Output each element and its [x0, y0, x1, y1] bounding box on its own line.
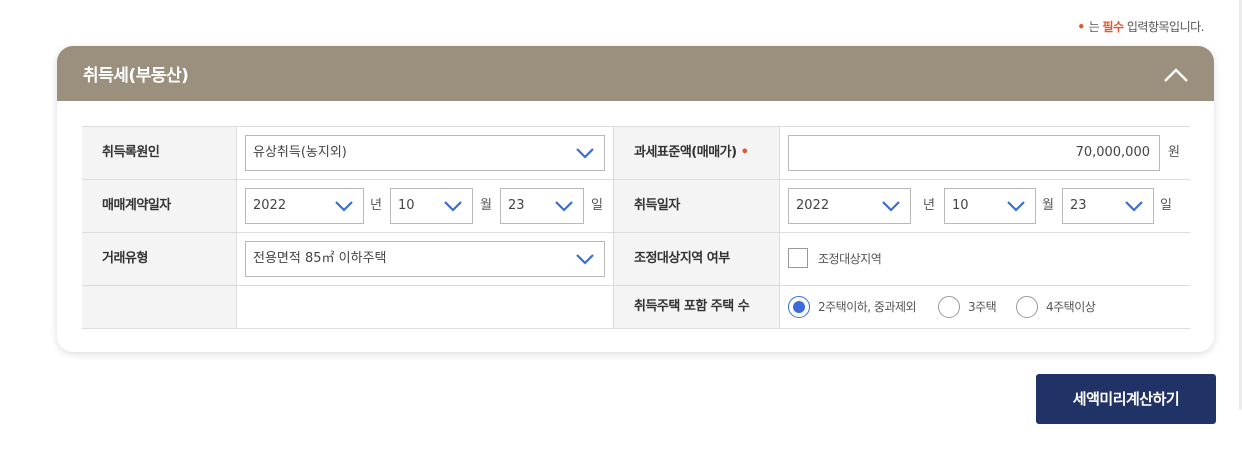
panel-title: 취득세(부동산) — [83, 66, 189, 86]
acquisition-month-value: 10 — [952, 198, 969, 213]
chevron-down-icon — [444, 201, 462, 212]
form-row-4: 취득주택 포함 주택 수 2주택이하, 중과제외 3주택 4주택이상 — [82, 286, 1190, 329]
required-note: • 는 필수 입력항목입니다. — [1077, 18, 1204, 35]
contract-month-unit: 월 — [480, 198, 492, 213]
required-dot: • — [1077, 20, 1085, 34]
acquisition-year-value: 2022 — [796, 198, 830, 213]
house-count-radio-2[interactable] — [938, 296, 960, 318]
acquisition-tax-panel: 취득세(부동산) 취득록원인 유상취득(농지외) 과세표준액(매매가) • 70,… — [57, 46, 1214, 352]
acquisition-year-unit: 년 — [923, 198, 935, 213]
house-count-radio-1[interactable] — [788, 296, 810, 318]
contract-year-value: 2022 — [253, 198, 287, 213]
transaction-type-label: 거래유형 — [82, 233, 237, 285]
acquisition-date-label: 취득일자 — [613, 180, 780, 232]
panel-header: 취득세(부동산) — [57, 46, 1214, 101]
acquisition-cause-value: 유상취득(농지외) — [253, 145, 347, 160]
tax-base-label: 과세표준액(매매가) • — [613, 127, 780, 179]
house-count-option-2[interactable]: 3주택 — [968, 286, 997, 328]
acquisition-day-value: 23 — [1070, 198, 1087, 213]
empty-label-cell — [82, 286, 237, 328]
acquisition-cause-label: 취득록원인 — [82, 127, 237, 179]
acquisition-cause-select[interactable]: 유상취득(농지외) — [245, 135, 605, 171]
acquisition-month-select[interactable]: 10 — [944, 188, 1036, 224]
form-grid: 취득록원인 유상취득(농지외) 과세표준액(매매가) • 70,000,000 원… — [82, 126, 1190, 329]
form-row-3: 거래유형 전용면적 85㎡ 이하주택 조정대상지역 여부 조정대상지역 — [82, 233, 1190, 286]
acquisition-day-select[interactable]: 23 — [1062, 188, 1154, 224]
tax-base-unit: 원 — [1168, 145, 1180, 160]
transaction-type-value: 전용면적 85㎡ 이하주택 — [253, 251, 387, 266]
contract-day-unit: 일 — [591, 198, 603, 213]
required-note-emphasis: 필수 — [1102, 20, 1124, 34]
calculate-tax-button[interactable]: 세액미리계산하기 — [1036, 374, 1216, 424]
chevron-up-icon — [1164, 68, 1188, 82]
acquisition-month-unit: 월 — [1042, 198, 1054, 213]
contract-date-label: 매매계약일자 — [82, 180, 237, 232]
transaction-type-select[interactable]: 전용면적 85㎡ 이하주택 — [245, 241, 605, 277]
required-note-suffix: 입력항목입니다. — [1126, 20, 1205, 34]
chevron-down-icon — [576, 254, 594, 265]
required-note-prefix: 는 — [1088, 20, 1100, 34]
contract-month-value: 10 — [398, 198, 415, 213]
chevron-down-icon — [576, 148, 594, 159]
contract-year-select[interactable]: 2022 — [245, 188, 364, 224]
acquisition-day-unit: 일 — [1160, 198, 1172, 213]
house-count-radio-3[interactable] — [1016, 296, 1038, 318]
required-mark: • — [740, 145, 749, 160]
contract-day-select[interactable]: 23 — [500, 188, 584, 224]
chevron-down-icon — [555, 201, 573, 212]
tax-base-label-text: 과세표준액(매매가) — [634, 145, 737, 160]
contract-year-unit: 년 — [370, 198, 382, 213]
contract-month-select[interactable]: 10 — [390, 188, 473, 224]
collapse-button[interactable] — [1160, 60, 1192, 88]
house-count-option-1[interactable]: 2주택이하, 중과제외 — [818, 286, 917, 328]
adjustment-area-checkbox-label[interactable]: 조정대상지역 — [818, 233, 882, 285]
acquisition-year-select[interactable]: 2022 — [788, 188, 911, 224]
adjustment-area-checkbox[interactable] — [788, 248, 808, 268]
adjustment-area-label: 조정대상지역 여부 — [613, 233, 780, 285]
tax-base-input[interactable]: 70,000,000 — [788, 135, 1160, 171]
chevron-down-icon — [335, 201, 353, 212]
chevron-down-icon — [882, 201, 900, 212]
form-row-2: 매매계약일자 2022 년 10 월 23 일 취득일자 2022 년 10 월… — [82, 180, 1190, 233]
chevron-down-icon — [1125, 201, 1143, 212]
form-row-1: 취득록원인 유상취득(농지외) 과세표준액(매매가) • 70,000,000 원 — [82, 127, 1190, 180]
chevron-down-icon — [1007, 201, 1025, 212]
house-count-label: 취득주택 포함 주택 수 — [613, 286, 780, 328]
house-count-option-3[interactable]: 4주택이상 — [1046, 286, 1096, 328]
contract-day-value: 23 — [508, 198, 525, 213]
